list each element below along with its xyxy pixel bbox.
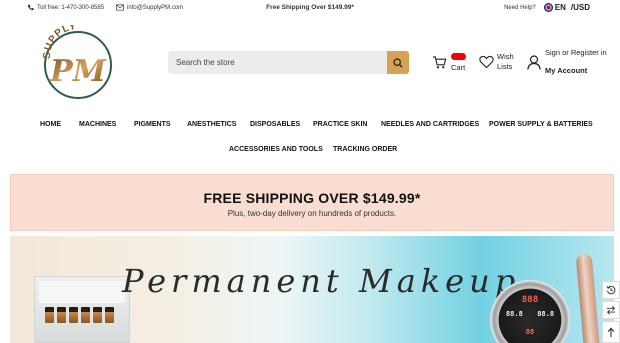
cart-count-badge bbox=[451, 53, 466, 60]
search-input[interactable] bbox=[168, 51, 387, 74]
wishlist-button[interactable]: Wish Lists bbox=[479, 51, 525, 75]
search-icon bbox=[393, 57, 403, 68]
pigment-bottle bbox=[45, 307, 54, 323]
back-to-top-button[interactable] bbox=[602, 321, 620, 343]
hero-banner[interactable]: Permanent Makeup 888 88.8 88.8 88 bbox=[10, 236, 614, 343]
device-display-bottom: 88 bbox=[525, 328, 535, 336]
pmu-pen-image bbox=[575, 253, 601, 343]
nav-item-power-supply[interactable]: POWER SUPPLY & BATTERIES bbox=[489, 121, 593, 128]
phone-icon bbox=[27, 4, 34, 11]
kit-lid bbox=[39, 281, 125, 303]
account-label: My Account bbox=[545, 66, 588, 75]
user-icon bbox=[527, 55, 541, 70]
free-shipping-banner[interactable]: FREE SHIPPING OVER $149.99* Plus, two-da… bbox=[10, 174, 614, 231]
hero-script-title: Permanent Makeup bbox=[122, 262, 521, 300]
nav-item-needles-cartridges[interactable]: NEEDLES AND CARTRIDGES bbox=[381, 121, 479, 128]
currency-label: /USD bbox=[570, 3, 590, 12]
site-logo[interactable]: SUPPLY PM bbox=[40, 21, 116, 101]
device-display-top: 888 bbox=[521, 295, 539, 305]
cart-button[interactable]: Cart bbox=[432, 53, 468, 75]
pigment-bottle bbox=[57, 307, 66, 323]
device-display-mid: 88.8 88.8 bbox=[490, 310, 570, 318]
language-label: EN bbox=[554, 3, 566, 12]
pigment-bottle bbox=[93, 307, 102, 323]
wishlist-label: Wish Lists bbox=[497, 52, 514, 71]
language-currency-selector[interactable]: EN /USD bbox=[543, 3, 590, 12]
nav-item-disposables[interactable]: DISPOSABLES bbox=[250, 121, 300, 128]
banner-title: FREE SHIPPING OVER $149.99* bbox=[203, 190, 421, 206]
nav-item-accessories[interactable]: ACCESSORIES AND TOOLS bbox=[229, 146, 323, 153]
nav-item-anesthetics[interactable]: ANESTHETICS bbox=[187, 121, 236, 128]
email-contact[interactable]: info@SupplyPM.com bbox=[116, 4, 183, 11]
pigment-kit-image bbox=[34, 276, 130, 343]
flag-icon bbox=[543, 3, 553, 12]
mail-icon bbox=[116, 4, 125, 11]
account-signin-text: Sign or Register in bbox=[545, 48, 607, 57]
pigment-bottle bbox=[69, 307, 78, 323]
logo-monogram: PM bbox=[49, 54, 107, 89]
nav-item-practice-skin[interactable]: PRACTICE SKIN bbox=[313, 121, 367, 128]
logo-graphic: SUPPLY PM bbox=[42, 21, 112, 99]
device-display-mid-left: 88.8 bbox=[505, 310, 523, 318]
phone-text: Toll free: 1-470-300-8585 bbox=[37, 4, 105, 11]
phone-contact[interactable]: Toll free: 1-470-300-8585 bbox=[27, 4, 104, 11]
nav-item-tracking-order[interactable]: TRACKING ORDER bbox=[333, 146, 397, 153]
search-button[interactable] bbox=[387, 51, 409, 74]
arrow-up-icon bbox=[607, 327, 615, 337]
banner-subtitle: Plus, two-day delivery on hundreds of pr… bbox=[227, 209, 397, 218]
cart-label: Cart bbox=[451, 63, 466, 72]
device-display-mid-right: 88.8 bbox=[537, 310, 555, 318]
help-link[interactable]: Need Help? bbox=[504, 5, 536, 11]
heart-icon bbox=[479, 55, 494, 69]
cart-icon bbox=[432, 56, 447, 69]
search-bar bbox=[168, 51, 409, 74]
nav-item-home[interactable]: HOME bbox=[40, 121, 61, 128]
top-bar: Toll free: 1-470-300-8585 info@SupplyPM.… bbox=[0, 0, 620, 17]
pigment-bottle bbox=[81, 307, 90, 323]
recently-viewed-button[interactable] bbox=[602, 281, 620, 299]
swap-arrows-icon bbox=[606, 305, 616, 315]
nav-item-pigments[interactable]: PIGMENTS bbox=[134, 121, 171, 128]
nav-item-machines[interactable]: MACHINES bbox=[79, 121, 116, 128]
pigment-bottle bbox=[105, 307, 114, 323]
compare-button[interactable] bbox=[602, 301, 620, 319]
top-promo-text: Free Shipping Over $149.99* bbox=[266, 4, 354, 11]
history-icon bbox=[606, 285, 616, 295]
email-text: info@SupplyPM.com bbox=[127, 4, 184, 11]
account-button[interactable]: Sign or Register in My Account bbox=[527, 47, 607, 79]
